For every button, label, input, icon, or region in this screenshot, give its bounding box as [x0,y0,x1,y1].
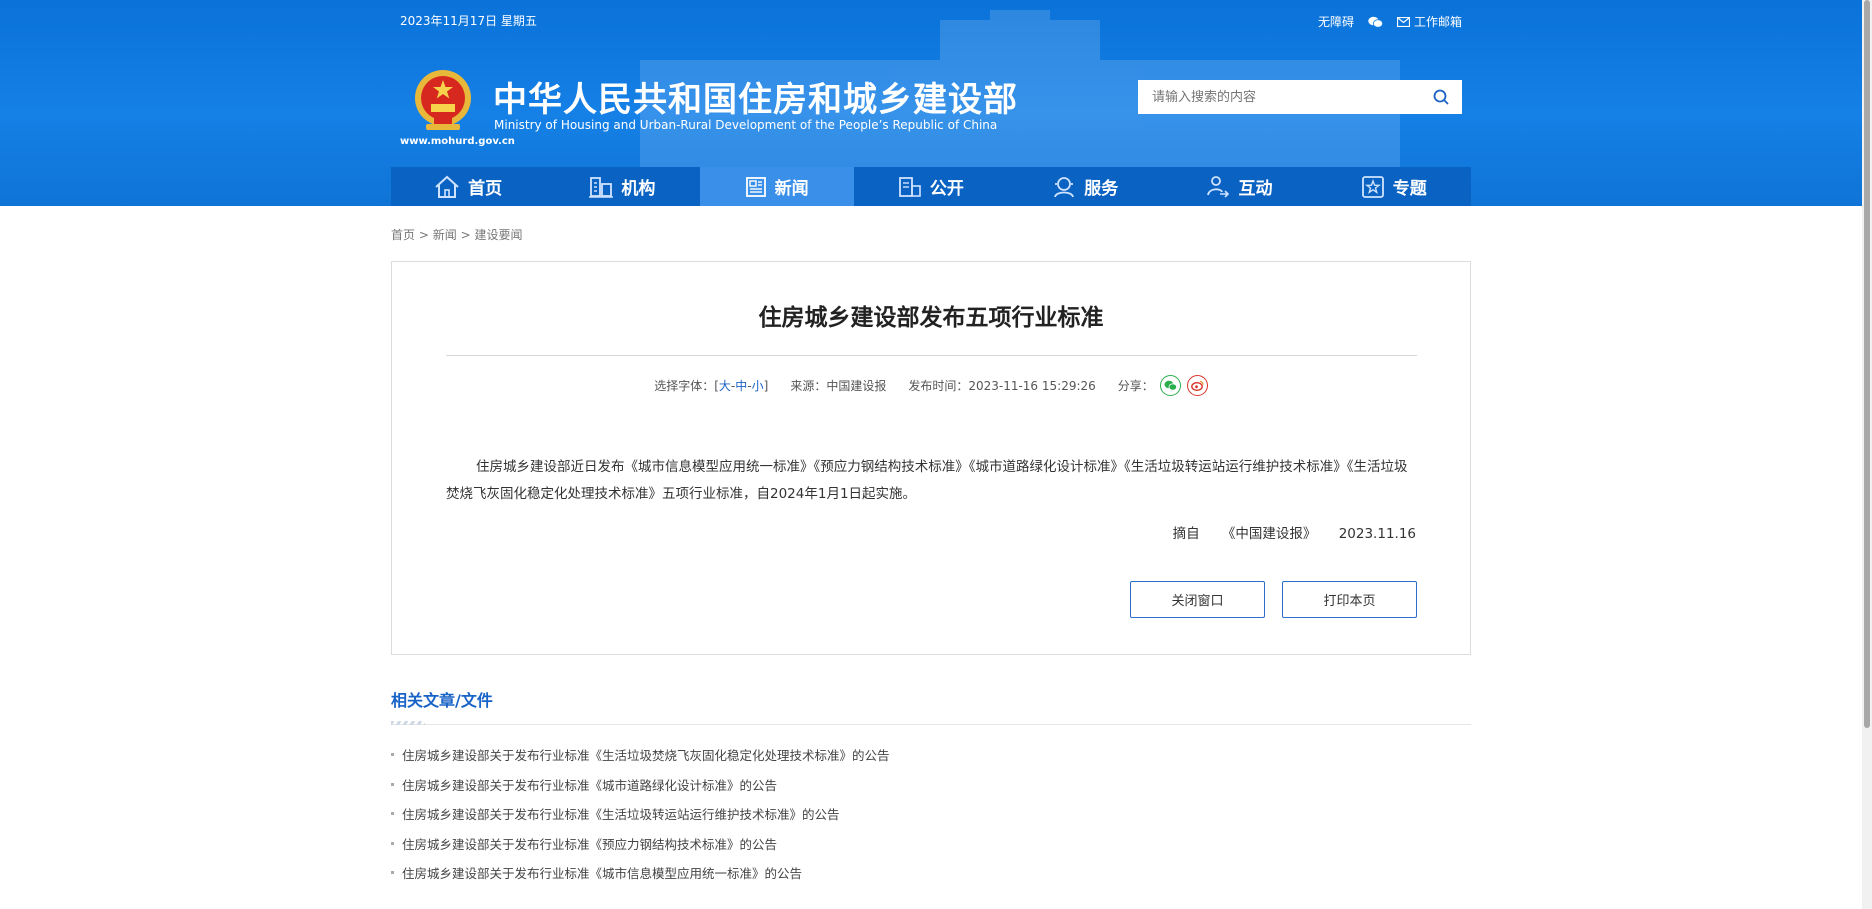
close-window-button[interactable]: 关闭窗口 [1130,581,1265,618]
related-divider [391,724,1471,725]
nav-item-topics[interactable]: 专题 [1317,167,1471,206]
nav-label: 首页 [468,179,503,199]
related-list: 住房城乡建设部关于发布行业标准《生活垃圾焚烧飞灰固化稳定化处理技术标准》的公告 … [391,740,890,888]
excerpt-label: 摘自 [1172,526,1200,542]
related-item-text: 住房城乡建设部关于发布行业标准《生活垃圾焚烧飞灰固化稳定化处理技术标准》的公告 [402,748,890,764]
share-label: 分享： [1117,379,1154,393]
font-size-label: 选择字体：[ [654,379,719,393]
breadcrumb-home[interactable]: 首页 [391,228,415,242]
article-meta: 选择字体：[ 大 - 中 - 小 ] 来源：中国建设报 发布时间：2023-11… [392,375,1470,396]
nav-label: 新闻 [774,179,809,199]
interact-icon [1207,175,1230,198]
article-excerpt-source: 摘自 《中国建设报》 2023.11.16 [1155,522,1416,542]
related-item-text: 住房城乡建设部关于发布行业标准《生活垃圾转运站运行维护技术标准》的公告 [402,807,840,823]
search-input[interactable] [1138,80,1420,114]
site-title-cn: 中华人民共和国住房和城乡建设部 [493,80,1018,120]
breadcrumb-news[interactable]: 新闻 [433,228,457,242]
nav-label: 机构 [621,179,656,199]
nav-item-news[interactable]: 新闻 [699,167,854,206]
work-mail-link[interactable]: 工作邮箱 [1396,13,1462,30]
nav-item-org[interactable]: 机构 [545,167,699,206]
nav-item-home[interactable]: 首页 [391,167,545,206]
share-weibo-button[interactable] [1186,375,1208,396]
site-title-en: Ministry of Housing and Urban-Rural Deve… [494,118,998,132]
wechat-icon [1164,380,1177,391]
font-size-large[interactable]: 大 [719,377,731,394]
print-page-button[interactable]: 打印本页 [1282,581,1417,618]
font-size-medium[interactable]: 中 [735,377,747,394]
title-divider [446,355,1417,356]
excerpt-date: 2023.11.16 [1338,526,1416,542]
related-item[interactable]: 住房城乡建设部关于发布行业标准《生活垃圾转运站运行维护技术标准》的公告 [391,799,890,829]
related-item[interactable]: 住房城乡建设部关于发布行业标准《生活垃圾焚烧飞灰固化稳定化处理技术标准》的公告 [391,740,890,770]
breadcrumb-separator: > [418,228,429,242]
article-body: 住房城乡建设部近日发布《城市信息模型应用统一标准》《预应力钢结构技术标准》《城市… [446,459,1408,502]
publish-time: 发布时间：2023-11-16 15:29:26 [908,379,1096,393]
national-emblem-icon[interactable] [412,68,474,134]
weibo-icon [1190,380,1204,391]
article-source: 来源：中国建设报 [790,379,887,393]
nav-item-interact[interactable]: 互动 [1162,167,1316,206]
wechat-link[interactable] [1368,16,1383,28]
related-title: 相关文章/文件 [391,691,493,710]
article-panel: 住房城乡建设部发布五项行业标准 选择字体：[ 大 - 中 - 小 ] 来源：中国… [391,261,1471,655]
mail-icon [1396,16,1410,27]
share-wechat-button[interactable] [1159,375,1181,396]
font-size-small[interactable]: 小 [752,377,764,394]
search-button[interactable] [1420,80,1462,114]
related-item[interactable]: 住房城乡建设部关于发布行业标准《城市信息模型应用统一标准》的公告 [391,858,890,888]
nav-item-service[interactable]: 服务 [1008,167,1162,206]
page: 2023年11月17日 星期五 无障碍 工作邮箱 www.mohurd.gov.… [0,0,1872,909]
nav-label: 公开 [929,179,964,199]
breadcrumb-current[interactable]: 建设要闻 [474,228,522,242]
nav-label: 服务 [1084,179,1119,199]
site-header: 2023年11月17日 星期五 无障碍 工作邮箱 www.mohurd.gov.… [0,0,1862,206]
document-icon [899,176,921,197]
scrollbar-thumb[interactable] [1864,0,1870,728]
article-title: 住房城乡建设部发布五项行业标准 [758,305,1104,331]
service-icon [1054,176,1075,197]
news-icon [745,176,766,197]
current-date: 2023年11月17日 星期五 [400,14,537,28]
main-nav: 首页 机构 新闻 公开 服务 互动 专题 [391,167,1471,206]
nav-item-public[interactable]: 公开 [854,167,1008,206]
nav-label: 专题 [1392,179,1427,199]
search-box [1138,80,1462,114]
related-item[interactable]: 住房城乡建设部关于发布行业标准《城市道路绿化设计标准》的公告 [391,770,890,800]
top-links: 无障碍 工作邮箱 [1318,13,1462,30]
work-mail-label: 工作邮箱 [1413,15,1462,29]
page-scrollbar[interactable] [1862,0,1872,909]
excerpt-source: 《中国建设报》 [1221,526,1317,542]
accessibility-link[interactable]: 无障碍 [1318,13,1354,30]
star-icon [1361,175,1384,198]
site-domain: www.mohurd.gov.cn [400,136,515,147]
related-item-text: 住房城乡建设部关于发布行业标准《预应力钢结构技术标准》的公告 [402,836,778,852]
breadcrumb-separator: > [460,228,471,242]
home-icon [435,175,459,198]
related-item[interactable]: 住房城乡建设部关于发布行业标准《预应力钢结构技术标准》的公告 [391,829,890,859]
breadcrumb: 首页 > 新闻 > 建设要闻 [391,226,522,243]
font-size-close: ] [763,378,769,393]
wechat-icon [1368,16,1383,28]
related-item-text: 住房城乡建设部关于发布行业标准《城市信息模型应用统一标准》的公告 [402,866,803,882]
nav-label: 互动 [1238,179,1273,199]
search-icon [1433,89,1449,105]
related-decoration [391,721,425,725]
related-item-text: 住房城乡建设部关于发布行业标准《城市道路绿化设计标准》的公告 [402,777,778,793]
building-icon [589,176,614,198]
